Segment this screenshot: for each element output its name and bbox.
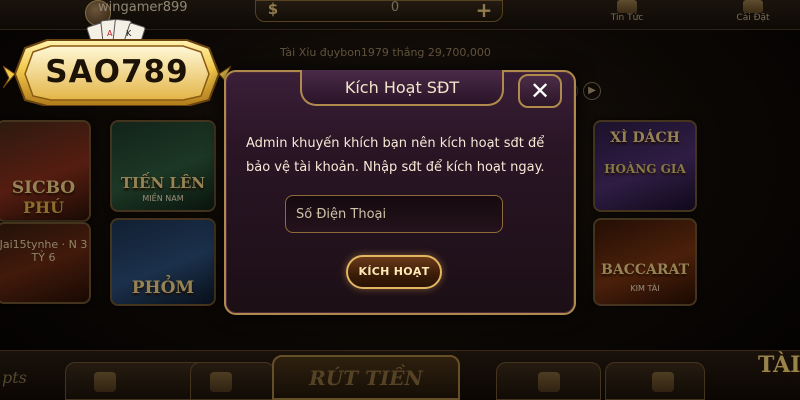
modal-message: Admin khuyến khích bạn nên kích hoạt sđt… <box>246 136 545 175</box>
activate-phone-modal: Kích Hoạt SĐT ✕ Admin khuyến khích bạn n… <box>224 70 576 315</box>
activate-label: KÍCH HOẠT <box>358 265 430 278</box>
svg-text:A: A <box>107 29 113 38</box>
svg-text:K: K <box>126 29 132 38</box>
phone-number-input[interactable] <box>285 195 503 233</box>
close-button[interactable]: ✕ <box>518 74 562 108</box>
modal-title: Kích Hoạt SĐT <box>344 78 460 97</box>
activate-button[interactable]: KÍCH HOẠT <box>346 255 442 289</box>
close-icon: ✕ <box>529 77 551 105</box>
sao789-logo: A K SAO789 <box>1 18 233 107</box>
logo-text: SAO789 <box>45 54 189 90</box>
